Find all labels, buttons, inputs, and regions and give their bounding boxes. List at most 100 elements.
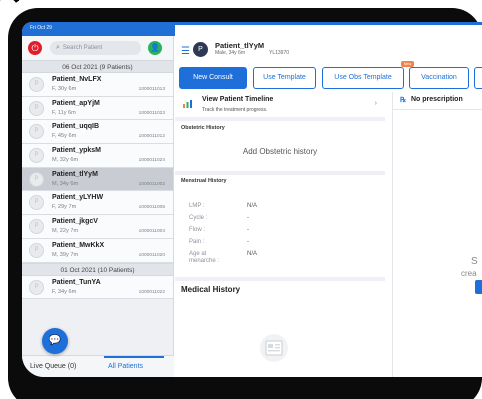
timeline-chart-icon [183, 100, 192, 108]
history-column: View Patient Timeline Track the treatmen… [175, 92, 385, 377]
patient-row[interactable]: P Patient_TunYA F, 34y 6m 1000011022 [22, 275, 173, 300]
patient-id: 1000011022 [138, 289, 165, 295]
tab-live-queue[interactable]: Live Queue (0) [30, 363, 76, 370]
patient-header-name: Patient_tlYyM [215, 41, 265, 50]
patient-id: 1000011013 [138, 87, 165, 92]
patient-name: Patient_ypksM [52, 147, 102, 155]
patient-age: F, 34y 6m [52, 288, 77, 295]
timeline-subtitle: Track the treatment progress. [202, 107, 268, 113]
vaccination-button[interactable]: Vaccination [409, 67, 469, 89]
avatar: P [29, 219, 44, 235]
avatar: P [29, 100, 44, 116]
patient-age: F, 11y 6m [52, 109, 76, 116]
patient-row[interactable]: P Patient_NvLFX F, 30y 6m 1000011013 [22, 73, 173, 97]
avatar: P [29, 279, 44, 295]
patient-age: M, 34y 6m [52, 180, 79, 187]
patient-id: 1000011024 [138, 158, 165, 164]
pain-label: Pain : [189, 239, 205, 245]
avatar: P [29, 148, 44, 164]
patient-name: Patient_TunYA [52, 278, 101, 286]
flow-label: Flow : [189, 227, 206, 233]
use-template-button[interactable]: Use Template [253, 67, 316, 89]
patient-detail-panel: ☰ P Patient_tlYyM Male, 34y 6m YL13970 N… [175, 36, 482, 377]
chevron-right-icon: › [374, 100, 377, 107]
obstetric-title: Obstetric History [181, 125, 225, 131]
patient-id: 1000011004 [138, 229, 165, 235]
rx-icon: ℞ [400, 97, 407, 104]
cycle-value: - [247, 215, 249, 221]
partial-text-s: S [471, 256, 478, 267]
search-placeholder: Search Patient [62, 45, 103, 51]
date-group-header: 06 Oct 2021 (9 Patients) [22, 60, 173, 73]
avatar: P [29, 242, 44, 258]
new-consult-button[interactable]: New Consult [179, 67, 247, 89]
cycle-label: Cycle : [189, 215, 208, 221]
menstrual-title: Menstrual History [181, 178, 227, 184]
prescription-column: ℞ No prescription S crea [392, 92, 482, 377]
patient-name: Patient_apYjM [52, 99, 100, 107]
prescription-title: No prescription [411, 96, 463, 103]
patient-name: Patient_uqqIB [52, 123, 100, 131]
medical-history-title: Medical History [181, 285, 241, 294]
patient-name: Patient_NvLFX [52, 76, 102, 83]
patient-timeline-card[interactable]: View Patient Timeline Track the treatmen… [175, 92, 385, 117]
search-icon: ⌕ [56, 44, 60, 51]
partial-text-crea: crea [461, 269, 477, 278]
patient-row[interactable]: P Patient_ypksM M, 32y 6m 1000011024 [22, 144, 173, 168]
patient-row-selected[interactable]: P Patient_tlYyM M, 34y 6m 1000011002 [22, 167, 173, 192]
patient-name: Patient_tlYyM [52, 170, 98, 178]
search-input[interactable]: ⌕ Search Patient [50, 41, 141, 55]
patient-row[interactable]: P Patient_MwKkX M, 39y 7m 1000011020 [22, 238, 173, 263]
partial-create-button[interactable] [475, 280, 482, 294]
divider [393, 109, 482, 110]
patient-id: 1000011006 [138, 205, 165, 211]
app-screen: Fri Oct 29 58% ⏻ ⌕ Search Patient 👤 06 Oc… [22, 22, 482, 377]
avatar: P [29, 124, 44, 140]
flow-value: - [247, 227, 249, 233]
use-obs-template-button[interactable]: Use Obs Template [322, 67, 404, 89]
patient-id: 1000011002 [138, 181, 165, 187]
patient-name: Patient_MwKkX [52, 241, 105, 249]
patient-list-panel: ⏻ ⌕ Search Patient 👤 06 Oct 2021 (9 Patie… [22, 36, 174, 377]
patient-age: M, 22y 7m [52, 228, 79, 235]
patient-age: F, 45y 6m [52, 133, 77, 140]
patient-row[interactable]: P Patient_apYjM F, 11y 6m 1000011023 [22, 96, 173, 121]
tab-all-patients[interactable]: All Patients [108, 363, 143, 370]
patient-row[interactable]: P Patient_yLYHW F, 29y 7m 1000011006 [22, 191, 173, 216]
patient-header: ☰ P Patient_tlYyM Male, 34y 6m YL13970 [175, 36, 482, 66]
avatar: P [29, 195, 44, 211]
medical-history-card: Medical History [175, 281, 385, 377]
avatar: P [29, 171, 44, 187]
status-bar: Fri Oct 29 58% [22, 22, 482, 366]
more-action-button[interactable] [474, 67, 482, 89]
menarche-label: Age at menarche : [189, 251, 220, 264]
menu-icon[interactable]: ☰ [181, 46, 190, 57]
patient-name: Patient_jkgcV [52, 218, 98, 226]
add-patient-icon[interactable]: 👤 [148, 41, 162, 55]
left-topbar: ⏻ ⌕ Search Patient 👤 [22, 36, 173, 60]
chat-fab-icon[interactable]: 💬 [42, 328, 68, 354]
patient-avatar: P [193, 42, 208, 57]
avatar: P [29, 77, 44, 92]
patient-row[interactable]: P Patient_jkgcV M, 22y 7m 1000011004 [22, 215, 173, 239]
patient-header-id: YL13970 [269, 50, 290, 56]
patient-header-info: Male, 34y 6m [215, 50, 246, 56]
menarche-value: N/A [247, 251, 258, 257]
patient-id: 1000011012 [138, 134, 165, 140]
lmp-label: LMP : [189, 203, 205, 209]
patient-age: M, 39y 7m [52, 251, 79, 258]
timeline-title: View Patient Timeline [202, 96, 274, 103]
patient-age: F, 30y 6m [52, 86, 77, 92]
patient-id: 1000011023 [138, 110, 165, 116]
lmp-value: N/A [247, 203, 258, 209]
add-obstetric-link[interactable]: Add Obstetric history [175, 147, 385, 156]
document-placeholder-icon [260, 334, 288, 362]
active-tab-indicator [104, 356, 164, 358]
status-time: Fri Oct 29 [30, 25, 52, 31]
pain-value: - [247, 239, 249, 245]
patient-row[interactable]: P Patient_uqqIB F, 45y 6m 1000011012 [22, 120, 173, 145]
patient-id: 1000011020 [138, 252, 165, 258]
logout-icon[interactable]: ⏻ [28, 41, 42, 55]
menstrual-history-card: Menstrual History LMP : N/A Cycle : - Fl… [175, 175, 385, 277]
obstetric-history-card: Obstetric History Add Obstetric history [175, 121, 385, 171]
